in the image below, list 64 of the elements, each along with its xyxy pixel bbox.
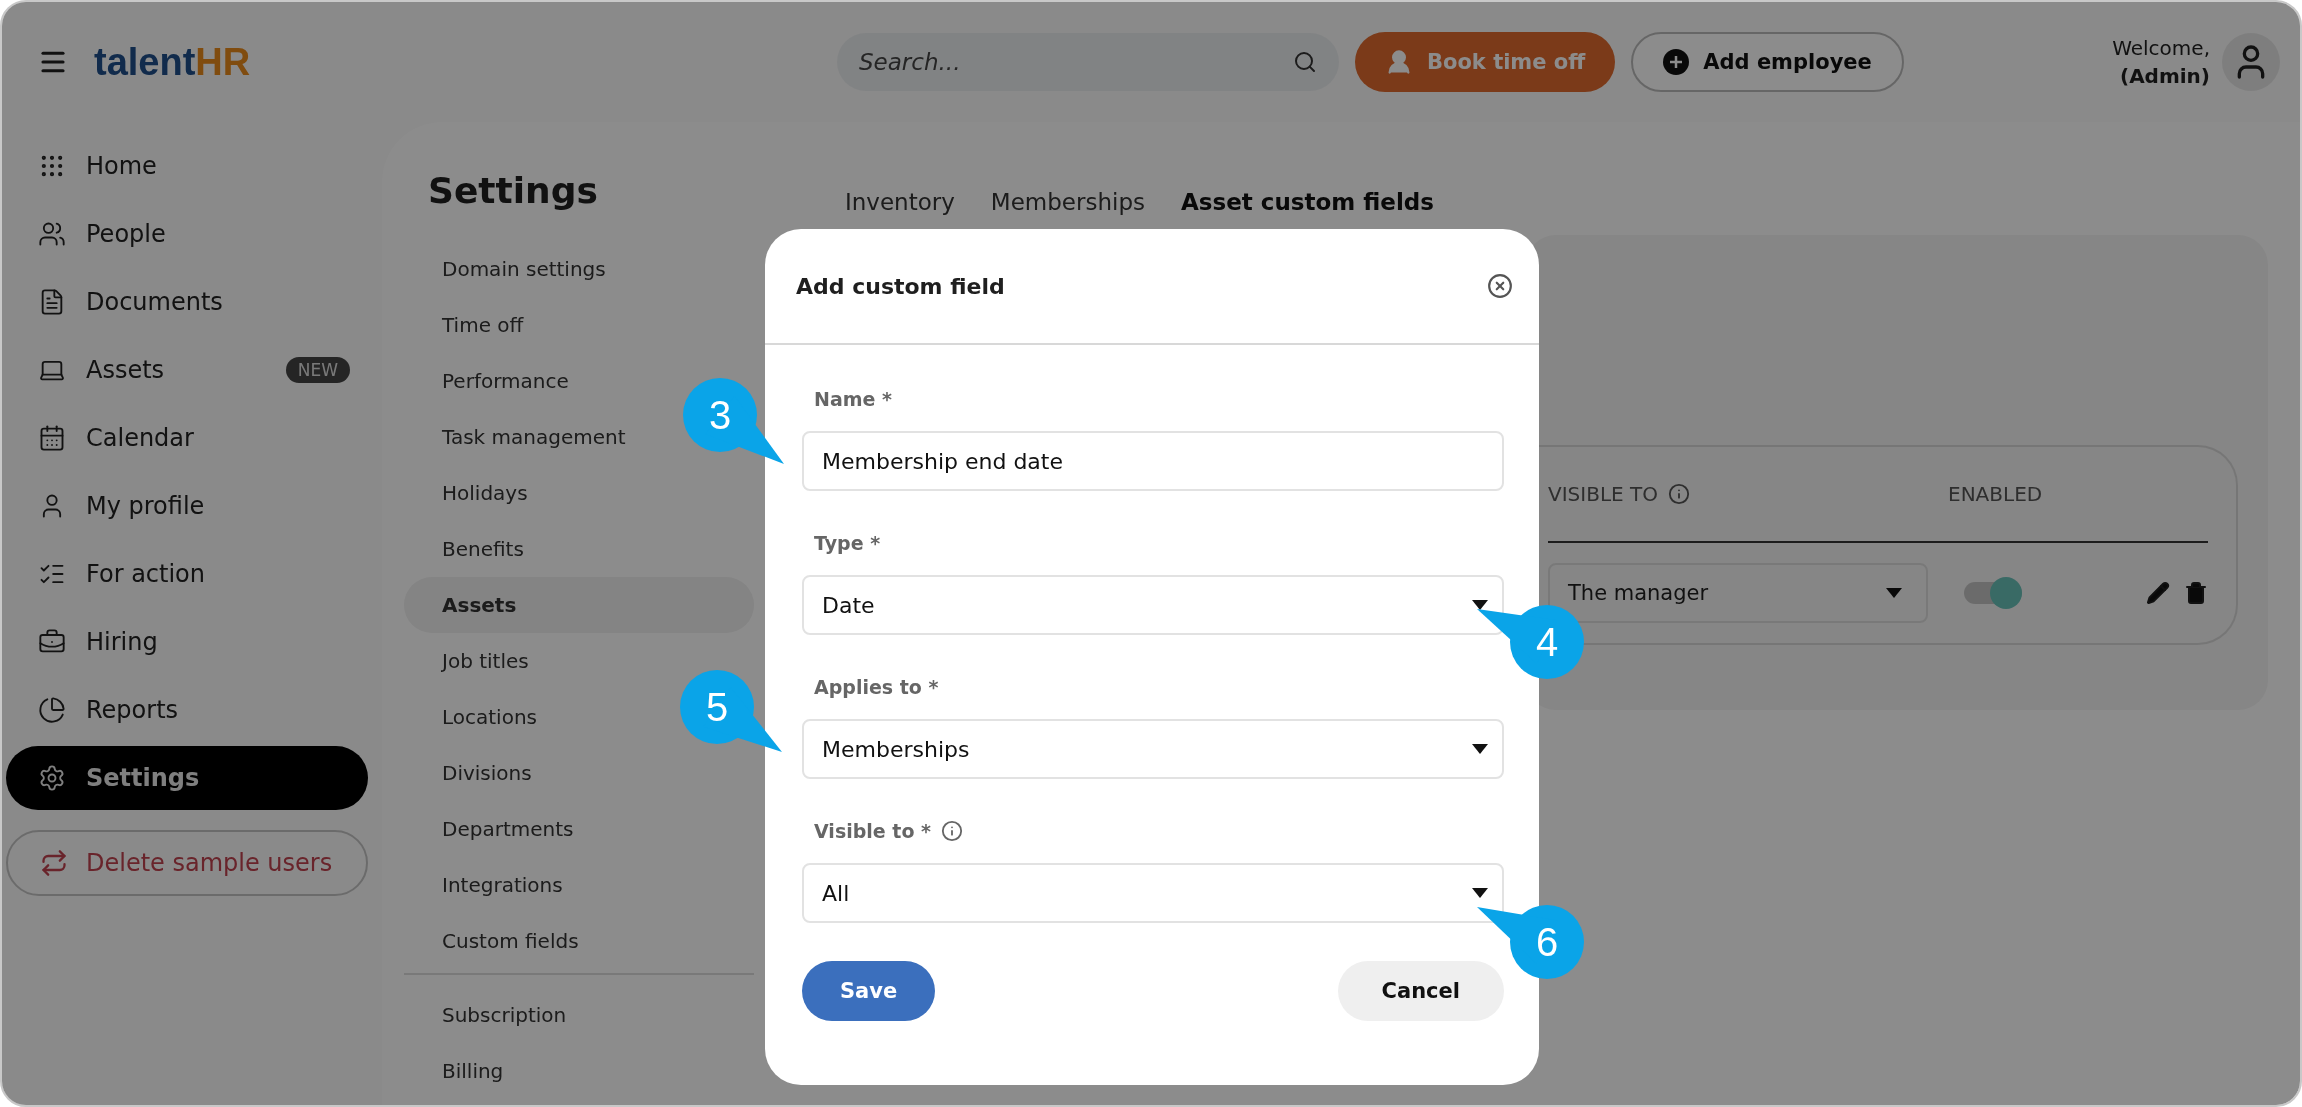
- enabled-toggle[interactable]: [1964, 575, 2024, 611]
- caret-icon: [1472, 888, 1488, 898]
- settings-menu-item[interactable]: Holidays: [404, 465, 754, 521]
- field-label: Name *: [814, 388, 892, 410]
- settings-menu-item[interactable]: Billing: [404, 1043, 754, 1099]
- cancel-button[interactable]: Cancel: [1337, 961, 1504, 1021]
- select-field[interactable]: All: [802, 863, 1504, 923]
- settings-menu-item[interactable]: Assets: [404, 577, 754, 633]
- edit-icon[interactable]: [2146, 581, 2170, 605]
- settings-menu-item[interactable]: Divisions: [404, 745, 754, 801]
- sidebar-item[interactable]: My profile: [6, 474, 368, 538]
- settings-menu-item[interactable]: Departments: [404, 801, 754, 857]
- search-field[interactable]: Search...: [837, 33, 1339, 91]
- settings-menu-item[interactable]: Time off: [404, 297, 754, 353]
- tab[interactable]: Inventory: [845, 189, 955, 215]
- dialog-title: Add custom field: [796, 273, 1005, 299]
- caret-icon: [1886, 588, 1902, 598]
- sidebar-item[interactable]: Settings: [6, 746, 368, 810]
- settings-menu-item[interactable]: Custom fields: [404, 913, 754, 969]
- pie-chart-icon: [38, 696, 66, 724]
- sidebar-item[interactable]: People: [6, 202, 368, 266]
- trash-icon[interactable]: [2184, 581, 2208, 605]
- field-label: Applies to *: [814, 676, 939, 698]
- sidebar-item[interactable]: Documents: [6, 270, 368, 334]
- add-employee-button[interactable]: Add employee: [1631, 32, 1904, 92]
- select-field[interactable]: Date: [802, 575, 1504, 635]
- caret-icon: [1472, 744, 1488, 754]
- sidebar-item[interactable]: Assets NEW: [6, 338, 368, 402]
- people-icon: [38, 220, 66, 248]
- tab[interactable]: Memberships: [990, 189, 1145, 215]
- sidebar-item[interactable]: For action: [6, 542, 368, 606]
- settings-title: Settings: [428, 170, 599, 211]
- delete-sample-users-button[interactable]: Delete sample users: [6, 830, 368, 896]
- sidebar-item[interactable]: Reports: [6, 678, 368, 742]
- sidebar-item[interactable]: Home: [6, 134, 368, 198]
- settings-menu-item[interactable]: Job titles: [404, 633, 754, 689]
- new-badge: NEW: [285, 357, 350, 383]
- caret-icon: [1472, 600, 1488, 610]
- search-icon[interactable]: [1293, 50, 1317, 74]
- input-field[interactable]: Membership end date: [802, 431, 1504, 491]
- welcome-text: Welcome,: [2112, 35, 2210, 62]
- column-header: VISIBLE TO: [1548, 482, 1658, 506]
- field-label: Type *: [814, 532, 881, 554]
- settings-menu-item[interactable]: Subscription: [404, 987, 754, 1043]
- select-field[interactable]: Memberships: [802, 719, 1504, 779]
- settings-menu-item[interactable]: Integrations: [404, 857, 754, 913]
- logo: talentHR: [94, 40, 252, 84]
- settings-menu-item[interactable]: Domain settings: [404, 241, 754, 297]
- settings-menu-item[interactable]: Benefits: [404, 521, 754, 577]
- info-icon[interactable]: [941, 820, 963, 842]
- field-label: Visible to *: [814, 820, 931, 842]
- info-icon[interactable]: [1668, 483, 1690, 505]
- settings-icon: [38, 764, 66, 792]
- user-role: (Admin): [2120, 63, 2210, 90]
- column-header: ENABLED: [1948, 482, 2043, 506]
- calendar-icon: [38, 424, 66, 452]
- visible-to-select[interactable]: The manager: [1548, 563, 1928, 623]
- repeat-icon: [40, 849, 68, 877]
- save-button[interactable]: Save: [802, 961, 936, 1021]
- plus-circle-icon: [1663, 49, 1690, 75]
- close-icon[interactable]: [1487, 273, 1513, 299]
- sidebar-item[interactable]: Calendar: [6, 406, 368, 470]
- sidebar-item[interactable]: Hiring: [6, 610, 368, 674]
- tab[interactable]: Asset custom fields: [1181, 189, 1434, 215]
